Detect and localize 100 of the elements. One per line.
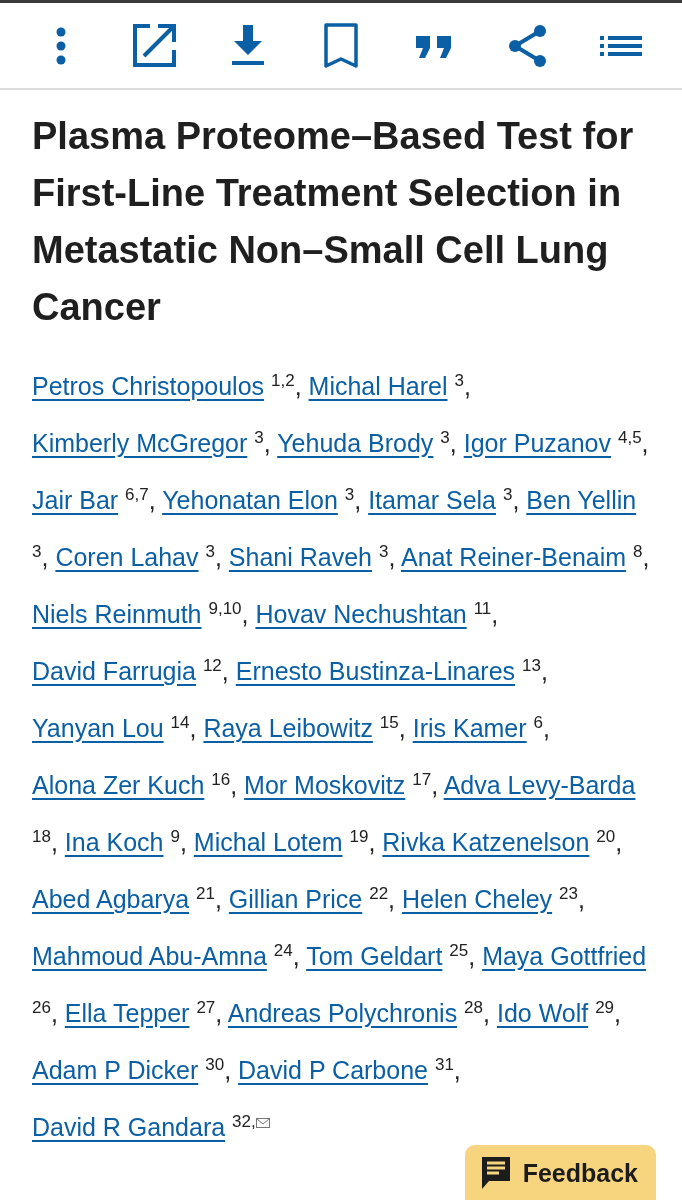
separator-comma: , xyxy=(189,714,197,742)
separator-comma: , xyxy=(512,486,520,514)
author-link[interactable]: Petros Christopoulos xyxy=(32,372,265,400)
author-link[interactable]: Kimberly McGregor xyxy=(32,429,248,457)
affiliation-number: 31 xyxy=(434,1055,454,1074)
affiliation-number: 3 xyxy=(205,542,215,561)
author-link[interactable]: Adva Levy-Barda xyxy=(443,771,636,799)
affiliation-number: 18 xyxy=(32,827,51,846)
author-link[interactable]: Mahmoud Abu-Amna xyxy=(32,942,267,970)
affiliation-number: 4,5 xyxy=(617,428,642,447)
separator-comma: , xyxy=(230,771,238,799)
author-link[interactable]: Alona Zer Kuch xyxy=(32,771,205,799)
affiliation-number: 9,10 xyxy=(208,599,242,618)
affiliation-number: 3 xyxy=(344,485,355,504)
author-link[interactable]: Ella Tepper xyxy=(64,999,190,1027)
author-link[interactable]: Iris Kamer xyxy=(412,714,527,742)
author-link[interactable]: Shani Raveh xyxy=(228,543,372,571)
separator-comma: , xyxy=(179,828,187,856)
author-link[interactable]: David Farrugia xyxy=(32,657,196,685)
envelope-icon[interactable] xyxy=(255,1118,270,1128)
article-title: Plasma Proteome–Based Test for First-Line Treatment Selection in Metastatic Non–Small Cell Lung Cancer xyxy=(32,114,635,330)
author-link[interactable]: Tom Geldart xyxy=(306,942,443,970)
affiliation-number: 19 xyxy=(349,827,369,846)
affiliation-number: 25 xyxy=(449,941,469,960)
affiliation-number: 29 xyxy=(595,998,615,1017)
separator-comma: , xyxy=(41,543,49,571)
author-link[interactable]: Hovav Nechushtan xyxy=(255,600,467,628)
affiliation-number: 12 xyxy=(202,656,222,675)
author-link[interactable]: Jair Bar xyxy=(32,486,119,514)
feedback-button[interactable]: Feedback xyxy=(464,1144,656,1200)
affiliation-number: 3 xyxy=(32,542,42,561)
author-link[interactable]: Raya Leibowitz xyxy=(203,714,373,742)
author-link[interactable]: Anat Reiner-Benaim xyxy=(400,543,627,571)
author-link[interactable]: Abed Agbarya xyxy=(32,885,190,913)
affiliation-number: 14 xyxy=(170,713,190,732)
author-link[interactable]: Coren Lahav xyxy=(55,543,199,571)
affiliation-number: 13 xyxy=(522,656,541,675)
author-link[interactable]: David R Gandara xyxy=(32,1113,226,1141)
external-link-icon[interactable] xyxy=(130,21,179,70)
separator-comma: , xyxy=(449,429,457,457)
author-link[interactable]: Ernesto Bustinza-Linares xyxy=(235,657,516,685)
author-link[interactable]: Itamar Sela xyxy=(368,486,496,514)
author-link[interactable]: Yanyan Lou xyxy=(32,714,164,742)
affiliation-number: 9 xyxy=(170,827,180,846)
affiliation-number: 26 xyxy=(32,998,51,1017)
author-link[interactable]: Michal Lotem xyxy=(193,828,343,856)
separator-comma: , xyxy=(543,714,550,742)
affiliation-number: 6 xyxy=(533,713,543,732)
affiliation-number: 20 xyxy=(596,827,616,846)
separator-comma: , xyxy=(540,657,548,685)
author-link[interactable]: Yehonatan Elon xyxy=(162,486,338,514)
author-link[interactable]: Ben Yellin xyxy=(526,486,637,514)
separator-comma: , xyxy=(398,714,406,742)
affiliation-number: 3 xyxy=(378,542,389,561)
affiliation-number: 3 xyxy=(440,428,450,447)
separator-comma: , xyxy=(642,543,650,571)
author-link[interactable]: Yehuda Brody xyxy=(277,429,434,457)
author-link[interactable]: Ina Koch xyxy=(64,828,164,856)
separator-comma: , xyxy=(50,999,58,1027)
affiliation-number: 1,2 xyxy=(271,371,295,390)
affiliation-number: 27 xyxy=(196,998,216,1017)
author-link[interactable]: Maya Gottfried xyxy=(482,942,647,970)
separator-comma: , xyxy=(641,429,649,457)
separator-comma: , xyxy=(214,885,222,913)
affiliation-number: 32, xyxy=(232,1112,256,1131)
separator-comma: , xyxy=(491,600,499,628)
separator-comma: , xyxy=(241,600,249,628)
separator-comma: , xyxy=(453,1056,461,1084)
separator-comma: , xyxy=(468,942,476,970)
separator-comma: , xyxy=(354,486,362,514)
author-link[interactable]: Niels Reinmuth xyxy=(32,600,202,628)
affiliation-number: 11 xyxy=(473,599,492,618)
author-link[interactable]: Ido Wolf xyxy=(496,999,589,1027)
author-link[interactable]: Mor Moskovitz xyxy=(244,771,406,799)
affiliation-number: 3 xyxy=(254,428,264,447)
separator-comma: , xyxy=(483,999,490,1027)
author-link[interactable]: Helen Cheley xyxy=(402,885,553,913)
separator-comma: , xyxy=(388,543,396,571)
author-link[interactable]: Gillian Price xyxy=(228,885,363,913)
affiliation-number: 6,7 xyxy=(125,485,149,504)
author-link[interactable]: Rivka Katzenelson xyxy=(382,828,590,856)
separator-comma: , xyxy=(292,942,300,970)
author-link[interactable]: Andreas Polychronis xyxy=(227,999,458,1027)
affiliation-number: 28 xyxy=(464,998,484,1017)
author-link[interactable]: David P Carbone xyxy=(238,1056,428,1084)
affiliation-number: 23 xyxy=(559,884,578,903)
affiliation-number: 15 xyxy=(379,713,399,732)
affiliation-number: 16 xyxy=(211,770,231,789)
affiliation-number: 30 xyxy=(205,1055,225,1074)
separator-comma: , xyxy=(221,657,229,685)
affiliation-number: 24 xyxy=(273,941,293,960)
separator-comma: , xyxy=(224,1056,232,1084)
separator-comma: , xyxy=(388,885,396,913)
author-link[interactable]: Michal Harel xyxy=(308,372,448,400)
author-link[interactable]: Igor Puzanov xyxy=(463,429,611,457)
affiliation-number: 3 xyxy=(454,371,464,390)
affiliation-number: 21 xyxy=(196,884,215,903)
separator-comma: , xyxy=(50,828,58,856)
separator-comma: , xyxy=(263,429,271,457)
author-link[interactable]: Adam P Dicker xyxy=(32,1056,199,1084)
